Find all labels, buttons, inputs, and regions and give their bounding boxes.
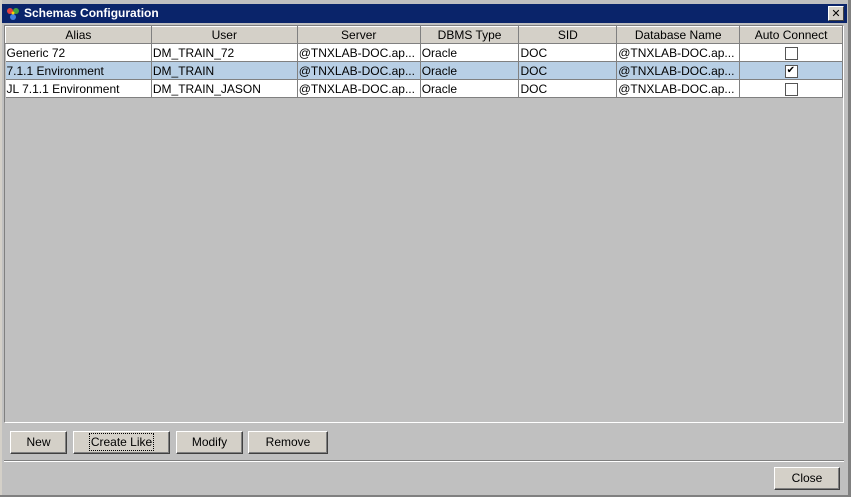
cell-database-name[interactable]: @TNXLAB-DOC.ap... (616, 79, 741, 98)
column-header-sid[interactable]: SID (518, 26, 618, 44)
title-bar-active[interactable]: Schemas Configuration ✕ (2, 4, 847, 23)
cell-auto-connect[interactable] (739, 79, 843, 98)
cell-sid[interactable]: DOC (518, 61, 618, 80)
cell-sid[interactable]: DOC (518, 79, 618, 98)
create-like-button[interactable]: Create Like (73, 431, 170, 454)
remove-button[interactable]: Remove (248, 431, 328, 454)
cell-dbms-type[interactable]: Oracle (420, 43, 520, 62)
modify-button[interactable]: Modify (176, 431, 243, 454)
window-title: Schemas Configuration (24, 6, 159, 20)
cell-database-name[interactable]: @TNXLAB-DOC.ap... (616, 61, 741, 80)
cell-database-name[interactable]: @TNXLAB-DOC.ap... (616, 43, 741, 62)
auto-connect-checkbox[interactable] (784, 64, 798, 78)
cell-alias[interactable]: 7.1.1 Environment (5, 61, 152, 80)
cell-sid[interactable]: DOC (518, 43, 618, 62)
cell-alias[interactable]: Generic 72 (5, 43, 152, 62)
schemas-table: Alias User Server DBMS Type SID Database… (5, 26, 843, 98)
cell-server[interactable]: @TNXLAB-DOC.ap... (297, 61, 421, 80)
new-button[interactable]: New (10, 431, 67, 454)
cell-dbms-type[interactable]: Oracle (420, 79, 520, 98)
cell-server[interactable]: @TNXLAB-DOC.ap... (297, 43, 421, 62)
cell-auto-connect[interactable] (739, 61, 843, 80)
create-like-button-label: Create Like (88, 433, 155, 451)
column-header-user[interactable]: User (150, 26, 298, 44)
title-bar[interactable]: Schemas Configuration ✕ (0, 0, 851, 24)
schemas-app-icon (5, 6, 21, 22)
column-header-auto-connect[interactable]: Auto Connect (739, 26, 843, 44)
schemas-table-viewport[interactable]: Alias User Server DBMS Type SID Database… (4, 25, 844, 423)
auto-connect-checkbox[interactable] (784, 82, 798, 96)
close-button[interactable]: Close (774, 467, 840, 490)
cell-dbms-type[interactable]: Oracle (420, 61, 520, 80)
column-header-alias[interactable]: Alias (5, 26, 152, 44)
cell-server[interactable]: @TNXLAB-DOC.ap... (297, 79, 421, 98)
table-row[interactable]: JL 7.1.1 Environment DM_TRAIN_JASON @TNX… (5, 79, 843, 98)
auto-connect-checkbox[interactable] (784, 46, 798, 60)
table-row-selected[interactable]: 7.1.1 Environment DM_TRAIN @TNXLAB-DOC.a… (5, 61, 843, 80)
button-separator (4, 460, 844, 462)
cell-user[interactable]: DM_TRAIN_JASON (151, 79, 298, 98)
column-header-server[interactable]: Server (296, 26, 421, 44)
window-frame-left (0, 0, 2, 497)
column-header-database-name[interactable]: Database Name (616, 26, 741, 44)
close-icon[interactable]: ✕ (828, 6, 844, 21)
column-header-dbms-type[interactable]: DBMS Type (419, 26, 520, 44)
cell-user[interactable]: DM_TRAIN_72 (151, 43, 298, 62)
table-header-row: Alias User Server DBMS Type SID Database… (5, 26, 843, 44)
cell-user[interactable]: DM_TRAIN (151, 61, 298, 80)
cell-auto-connect[interactable] (739, 43, 843, 62)
table-row[interactable]: Generic 72 DM_TRAIN_72 @TNXLAB-DOC.ap...… (5, 43, 843, 62)
cell-alias[interactable]: JL 7.1.1 Environment (5, 79, 152, 98)
